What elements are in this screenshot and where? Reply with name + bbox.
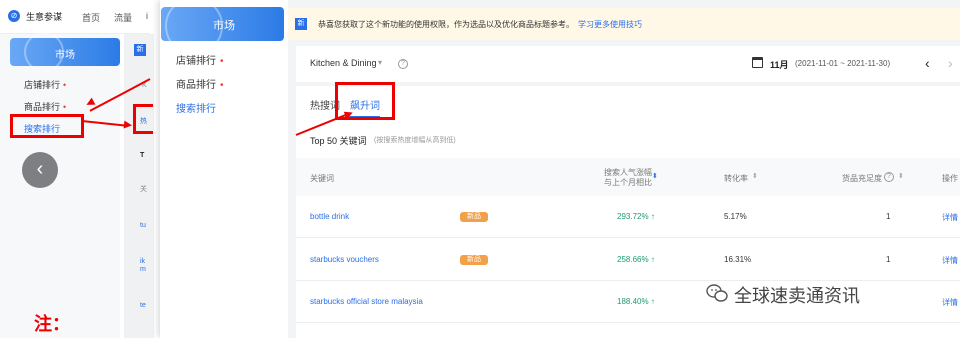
col-header-conversion[interactable]: 转化率	[724, 173, 748, 184]
overlay-menu-label: 店铺排行	[176, 56, 216, 67]
overlay-sidebar	[160, 0, 288, 338]
banner-message: 恭喜您获取了这个新功能的使用权限，作为选品以及优化商品标题参考。	[318, 20, 574, 29]
supply-value: 1	[886, 212, 891, 221]
bg-snippet: ik	[140, 258, 146, 265]
row-divider	[296, 322, 960, 323]
new-product-badge: 新品	[460, 212, 488, 222]
bg-market-label: 市场	[55, 50, 75, 61]
bg-menu-label: 店铺排行	[24, 80, 61, 90]
required-dot: •	[63, 80, 67, 90]
col-header-growth-line2: 与上个月相比	[604, 178, 652, 187]
row-divider	[296, 237, 960, 238]
section-title: Top 50 关键词	[310, 136, 367, 146]
detail-link[interactable]: 详情	[942, 212, 958, 223]
bg-new-tag-icon: 新	[134, 44, 146, 56]
conversion-value: 5.17%	[724, 212, 747, 221]
back-arrow-button[interactable]: ‹	[22, 152, 58, 188]
bg-market-card[interactable]: 市场	[10, 32, 120, 72]
new-product-badge: 新品	[460, 255, 488, 265]
sort-icon[interactable]: ⬍	[652, 172, 658, 180]
learn-more-link[interactable]: 学习更多使用技巧	[578, 20, 642, 29]
overlay-menu-product-rank[interactable]: 商品排行 •	[176, 76, 224, 91]
watermark-text: 全球速卖通资讯	[734, 286, 860, 306]
bg-menu-store-rank[interactable]: 店铺排行 •	[24, 78, 66, 91]
row-divider	[296, 280, 960, 281]
supply-value: 1	[886, 255, 891, 264]
required-dot: •	[220, 80, 224, 91]
highlight-box-search-rank	[10, 114, 84, 138]
sort-icon[interactable]: ⬍	[752, 172, 758, 180]
chevron-right-icon[interactable]: ›	[948, 55, 953, 71]
required-dot: •	[220, 56, 224, 67]
col-header-keyword: 关键词	[310, 174, 334, 183]
growth-number: 258.66%	[617, 255, 649, 264]
banner-text: 恭喜您获取了这个新功能的使用权限，作为选品以及优化商品标题参考。 学习更多使用技巧	[318, 19, 642, 30]
growth-number: 188.40%	[617, 297, 649, 306]
bg-nav-more[interactable]: i	[146, 11, 148, 21]
bg-snippet: 关	[140, 186, 147, 193]
compass-logo-icon: ⊘	[8, 10, 20, 22]
keyword-link[interactable]: bottle drink	[310, 212, 349, 221]
arrow-head-icon	[123, 120, 133, 130]
keyword-link[interactable]: starbucks official store malaysia	[310, 297, 423, 306]
date-range: (2021-11-01 ~ 2021-11-30)	[795, 59, 891, 68]
growth-value: 293.72% ↑	[617, 212, 655, 221]
growth-value: 258.66% ↑	[617, 255, 655, 264]
section-subtitle: (按搜索热度增幅从高到低)	[374, 137, 456, 144]
overlay-menu-store-rank[interactable]: 店铺排行 •	[176, 52, 224, 67]
caret-down-icon[interactable]: ▾	[378, 58, 382, 67]
detail-link[interactable]: 详情	[942, 255, 958, 266]
keyword-link[interactable]: starbucks vouchers	[310, 255, 379, 264]
category-select[interactable]: Kitchen & Dining	[310, 58, 377, 68]
bg-brand-title: 生意参谋	[26, 12, 63, 22]
highlight-box-hot-tab	[133, 104, 153, 134]
col-header-growth-line1: 搜索人气涨幅	[604, 168, 652, 177]
bg-snippet: T	[140, 152, 145, 159]
overlay-menu-search-rank[interactable]: 搜索排行	[176, 100, 216, 115]
bg-snippet: te	[140, 302, 146, 309]
bg-menu-product-rank[interactable]: 商品排行 •	[24, 100, 66, 113]
col-header-growth[interactable]: 搜索人气涨幅 与上个月相比	[604, 168, 652, 188]
sort-icon[interactable]: ⬍	[898, 172, 904, 180]
conversion-value: 16.31%	[724, 255, 752, 264]
bg-nav-traffic[interactable]: 流量	[114, 11, 132, 24]
arrow-up-icon: ↑	[650, 255, 655, 264]
detail-link[interactable]: 详情	[942, 297, 958, 308]
growth-value: 188.40% ↑	[617, 297, 655, 306]
arrow-up-icon: ↑	[650, 212, 655, 221]
help-icon[interactable]: ?	[398, 59, 408, 69]
required-dot: •	[63, 102, 67, 112]
growth-number: 293.72%	[617, 212, 649, 221]
bg-snippet: m	[140, 266, 146, 273]
calendar-icon[interactable]	[752, 57, 763, 68]
new-feature-tag-icon: 新	[295, 18, 307, 30]
note-label: 注：	[34, 314, 70, 334]
overlay-menu-label: 商品排行	[176, 80, 216, 91]
overlay-market-label: 市场	[213, 20, 235, 32]
month-label[interactable]: 11月	[770, 58, 789, 71]
chevron-left-icon[interactable]: ‹	[925, 55, 930, 71]
bg-menu-label: 商品排行	[24, 102, 61, 112]
bg-nav-home[interactable]: 首页	[82, 11, 100, 24]
col-header-action: 操作	[942, 174, 958, 183]
help-icon[interactable]: ?	[884, 172, 894, 182]
arrow-up-icon: ↑	[650, 297, 655, 306]
bg-snippet: tu	[140, 222, 146, 229]
overlay-market-card[interactable]: 市场	[161, 7, 284, 41]
col-header-supply[interactable]: 货品充足度	[842, 173, 882, 184]
wechat-icon	[706, 284, 728, 302]
